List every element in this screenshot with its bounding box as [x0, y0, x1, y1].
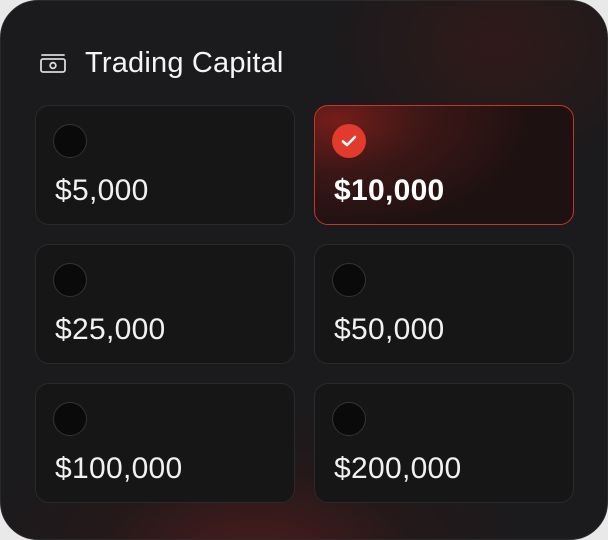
capital-amount: $5,000 [55, 174, 149, 207]
capital-amount: $25,000 [55, 313, 166, 346]
capital-amount: $200,000 [334, 452, 462, 485]
card-header: Trading Capital [39, 45, 284, 81]
capital-option-5000[interactable]: $5,000 [35, 105, 295, 225]
radio-unchecked-icon[interactable] [53, 263, 87, 297]
capital-option-10000[interactable]: $10,000 [314, 105, 574, 225]
capital-amount: $10,000 [334, 174, 445, 207]
capital-amount: $100,000 [55, 452, 183, 485]
capital-option-100000[interactable]: $100,000 [35, 383, 295, 503]
capital-options-grid: $5,000 $10,000 $25,000 $50,000 $100,000 … [35, 105, 574, 503]
trading-capital-card: Trading Capital $5,000 $10,000 $25,000 $… [0, 0, 608, 540]
radio-unchecked-icon[interactable] [53, 402, 87, 436]
radio-unchecked-icon[interactable] [53, 124, 87, 158]
radio-unchecked-icon[interactable] [332, 263, 366, 297]
radio-unchecked-icon[interactable] [332, 402, 366, 436]
radio-checked-icon[interactable] [332, 124, 366, 158]
card-title: Trading Capital [85, 46, 284, 79]
capital-option-50000[interactable]: $50,000 [314, 244, 574, 364]
banknote-icon [39, 51, 67, 75]
capital-option-200000[interactable]: $200,000 [314, 383, 574, 503]
capital-option-25000[interactable]: $25,000 [35, 244, 295, 364]
capital-amount: $50,000 [334, 313, 445, 346]
